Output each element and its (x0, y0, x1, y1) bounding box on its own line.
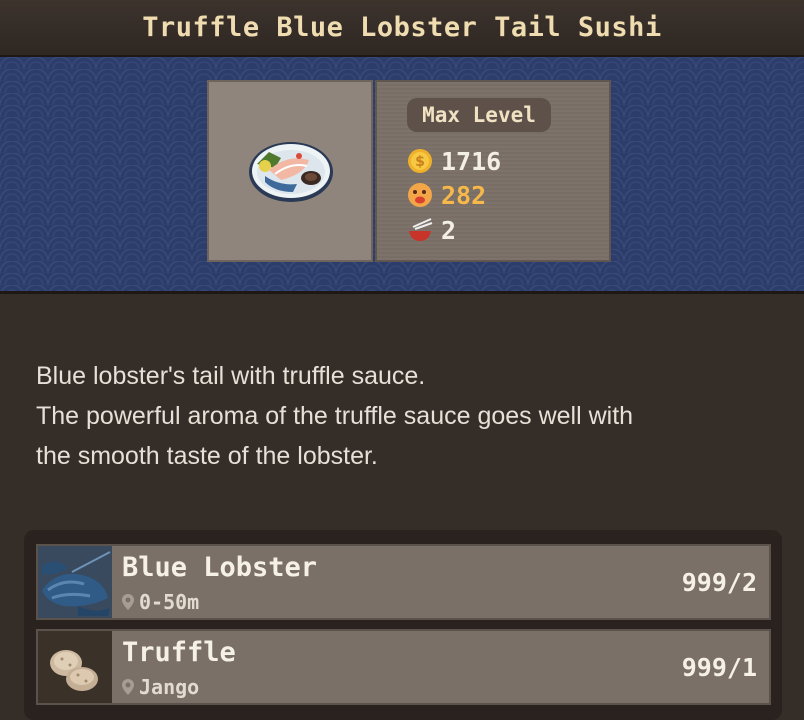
price-value: 1716 (441, 146, 502, 176)
coin-icon: $ (408, 149, 432, 173)
svg-text:$: $ (415, 154, 425, 170)
dish-image-box (207, 80, 373, 262)
sushi-dish-icon (249, 142, 333, 202)
location-text: 0-50m (139, 590, 200, 614)
dish-description: Blue lobster's tail with truffle sauce. … (36, 356, 776, 476)
servings-stat: 2 (407, 214, 456, 246)
taste-stat: 282 (407, 179, 486, 211)
servings-value: 2 (441, 215, 457, 245)
taste-value: 282 (441, 180, 487, 210)
max-level-badge: Max Level (407, 98, 551, 132)
blue-lobster-icon (38, 546, 112, 618)
ingredient-count: 999/2 (681, 568, 757, 597)
price-stat: $ 1716 (407, 145, 501, 177)
truffle-icon (38, 631, 112, 703)
location-pin-icon (122, 679, 134, 695)
description-line: The powerful aroma of the truffle sauce … (36, 402, 634, 430)
dish-card: Max Level $ 1716 282 2 (207, 80, 611, 262)
description-line: the smooth taste of the lobster. (36, 442, 378, 470)
ingredient-row-blue-lobster[interactable]: Blue Lobster 0-50m 999/2 (36, 544, 771, 620)
description-line: Blue lobster's tail with truffle sauce. (36, 362, 426, 390)
taste-icon (408, 183, 432, 207)
bowl-icon (409, 218, 433, 241)
dish-title: Truffle Blue Lobster Tail Sushi (142, 12, 662, 43)
ingredient-list: Blue Lobster 0-50m 999/2 Truffle Jango 9… (24, 530, 782, 720)
ingredient-name: Truffle (122, 637, 236, 668)
ingredient-location: Jango (122, 675, 199, 699)
ingredient-name: Blue Lobster (122, 552, 318, 583)
ingredient-location: 0-50m (122, 590, 199, 614)
title-bar: Truffle Blue Lobster Tail Sushi (0, 0, 804, 57)
location-pin-icon (122, 594, 134, 610)
ingredient-count: 999/1 (681, 653, 757, 682)
dish-stats-panel: Max Level $ 1716 282 2 (375, 80, 611, 262)
location-text: Jango (139, 675, 200, 699)
ingredient-row-truffle[interactable]: Truffle Jango 999/1 (36, 629, 771, 705)
